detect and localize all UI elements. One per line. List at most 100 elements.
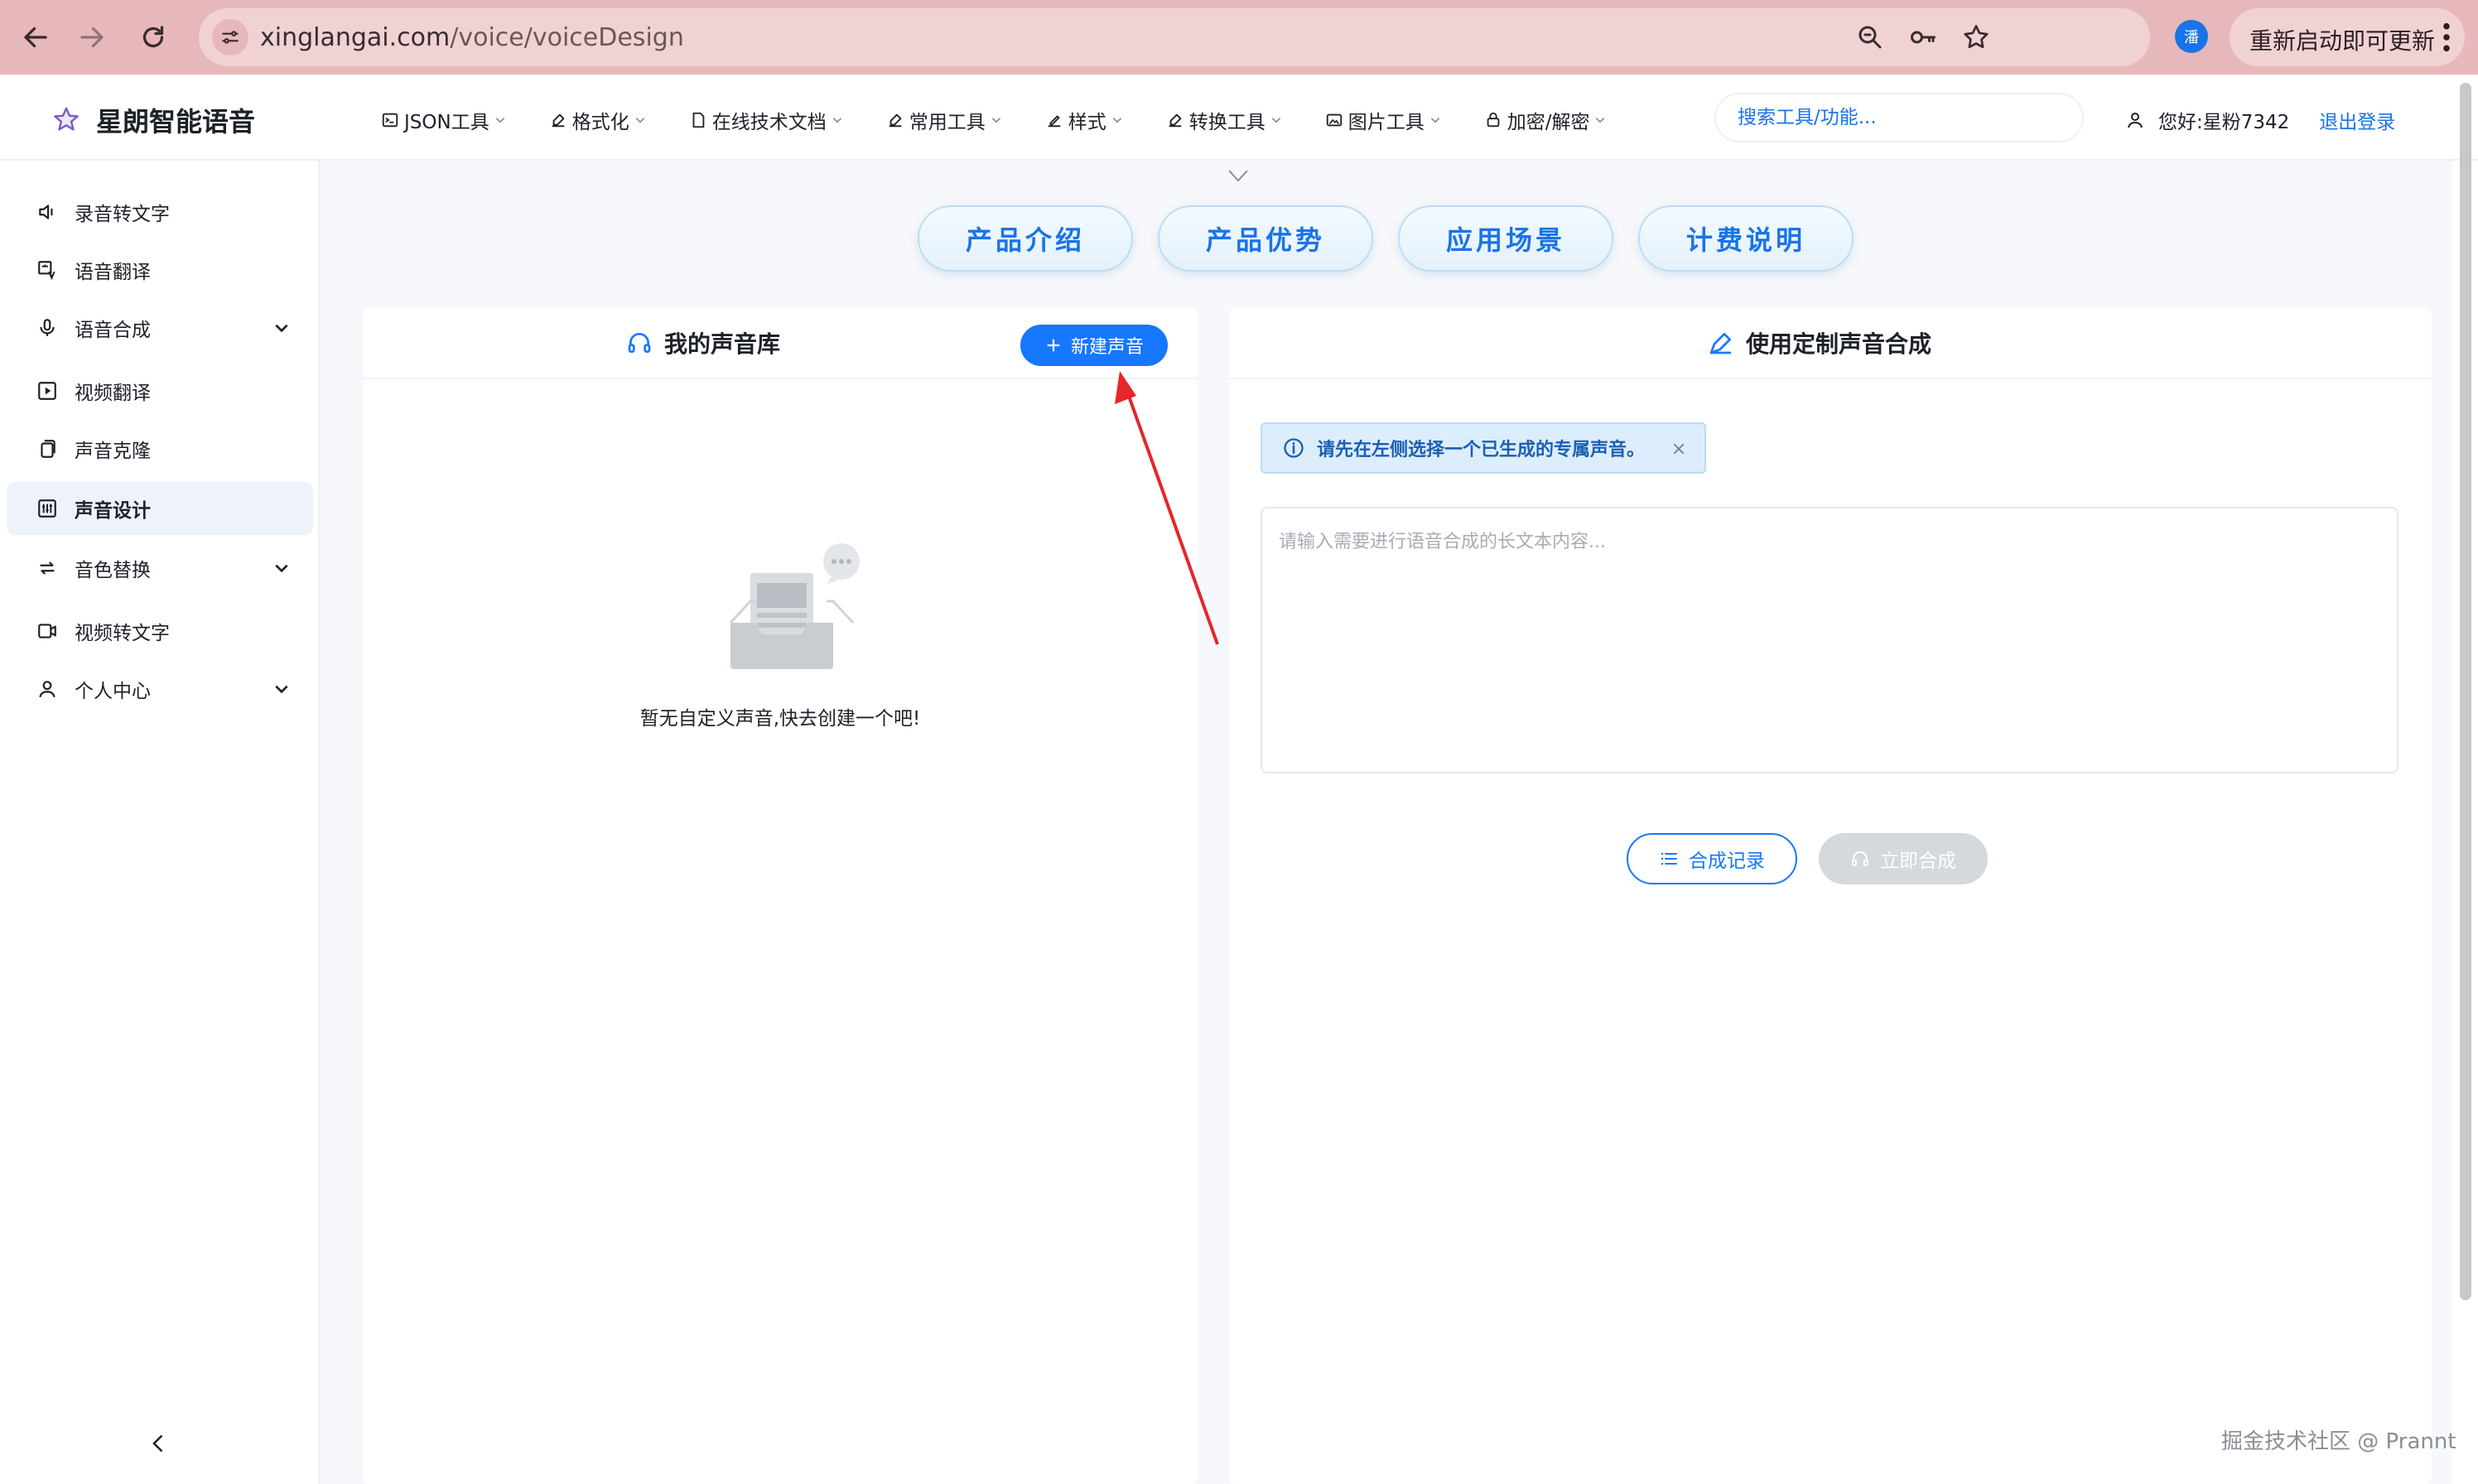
brand[interactable]: 星朗智能语音 — [51, 101, 255, 139]
panel-header: 使用定制声音合成 — [1229, 308, 2432, 379]
menu-json-tools[interactable]: JSON工具 — [381, 106, 506, 134]
url-host: xinglangai.com — [260, 23, 451, 52]
app-header: 星朗智能语音 JSON工具 格式化 在线技术文档 常用工具 样式 转换工具 图片… — [0, 75, 2478, 161]
sidebar-item-timbre-swap[interactable]: 音色替换 — [7, 542, 313, 595]
chevron-down-icon — [1112, 118, 1121, 123]
sidebar-item-personal-center[interactable]: 个人中心 — [7, 662, 313, 716]
menu-label: 转换工具 — [1188, 112, 1266, 133]
menu-convert-tools[interactable]: 转换工具 — [1166, 106, 1282, 134]
headphones-icon — [1852, 851, 1868, 866]
alert-text: 请先在左侧选择一个已生成的专属声音。 — [1317, 440, 1646, 460]
sidebar-item-video-to-text[interactable]: 视频转文字 — [7, 605, 313, 658]
plus-icon — [1047, 339, 1060, 352]
menu-label: 样式 — [1068, 112, 1106, 133]
key-icon[interactable] — [1908, 22, 1938, 52]
menu-label: 加密/解密 — [1507, 112, 1590, 133]
menu-styles[interactable]: 样式 — [1045, 106, 1123, 134]
brush-icon — [1048, 115, 1061, 128]
sidebar-item-speech-translation[interactable]: 语音翻译 — [7, 243, 313, 296]
panel-title: 使用定制声音合成 — [1708, 326, 1931, 359]
browser-toolbar: xinglangai.com/voice/voiceDesign 潘 重新启动即… — [0, 0, 2478, 75]
menu-label: 格式化 — [571, 112, 629, 133]
image-icon — [1326, 113, 1342, 127]
sidebar-item-video-translation[interactable]: 视频翻译 — [7, 364, 313, 417]
chevron-down-icon — [832, 118, 841, 123]
new-voice-button[interactable]: 新建声音 — [1020, 325, 1168, 366]
update-button[interactable]: 重新启动即可更新 — [2230, 8, 2465, 66]
doc-icon — [692, 112, 705, 128]
synthesize-now-button[interactable]: 立即合成 — [1819, 833, 1988, 884]
menu-encrypt[interactable]: 加密/解密 — [1484, 106, 1607, 134]
edit-icon — [1169, 113, 1182, 128]
reload-icon — [142, 26, 164, 48]
tool-search[interactable] — [1714, 93, 2084, 142]
close-icon[interactable] — [1671, 441, 1686, 456]
info-alert: 请先在左侧选择一个已生成的专属声音。 — [1261, 422, 1706, 474]
sidebar-item-audio-to-text[interactable]: 录音转文字 — [7, 186, 313, 238]
menu-label: 常用工具 — [909, 112, 986, 133]
star-icon[interactable] — [1961, 22, 1991, 52]
update-label: 重新启动即可更新 — [2249, 27, 2436, 55]
top-menu: JSON工具 格式化 在线技术文档 常用工具 样式 转换工具 图片工具 加密/解… — [381, 106, 1649, 134]
sidebar-item-label: 声音克隆 — [75, 441, 151, 462]
page-scrollbar[interactable] — [2460, 83, 2471, 1300]
empty-state-text: 暂无自定义声音,快去创建一个吧! — [639, 708, 921, 730]
chevron-down-icon — [495, 118, 504, 123]
collapse-sidebar-icon[interactable] — [146, 1431, 171, 1456]
user-icon — [2128, 113, 2143, 128]
info-icon — [1284, 438, 1304, 458]
menu-common-tools[interactable]: 常用工具 — [886, 106, 1002, 134]
sidebar: 录音转文字 语音翻译 语音合成 视频翻译 声音克隆 声音设计 音色替换 视频转文… — [0, 161, 320, 1484]
sidebar-item-label: 录音转文字 — [75, 204, 170, 225]
tab-pricing[interactable]: 计费说明 — [1638, 205, 1854, 272]
sidebar-item-voice-design[interactable]: 声音设计 — [7, 482, 313, 535]
tab-product-advantages[interactable]: 产品优势 — [1158, 205, 1373, 272]
copy-icon — [41, 440, 55, 458]
synthesis-text-input[interactable] — [1261, 507, 2398, 773]
profile-avatar[interactable]: 潘 — [2175, 20, 2208, 53]
synthesis-history-button[interactable]: 合成记录 — [1627, 833, 1797, 884]
url-text[interactable]: xinglangai.com/voice/voiceDesign — [260, 23, 684, 52]
sidebar-item-voice-clone[interactable]: 声音克隆 — [7, 422, 313, 475]
sidebar-item-label: 个人中心 — [75, 681, 151, 702]
zoom-icon[interactable] — [1855, 22, 1885, 52]
menu-format[interactable]: 格式化 — [549, 106, 646, 134]
logout-link[interactable]: 退出登录 — [2319, 106, 2395, 134]
reload-button[interactable] — [133, 17, 174, 58]
chevron-down-icon[interactable] — [1226, 166, 1251, 186]
arrow-right-icon — [80, 26, 104, 48]
star-logo-icon — [54, 107, 79, 131]
chevron-down-icon — [275, 324, 288, 333]
tab-use-cases[interactable]: 应用场景 — [1398, 205, 1613, 272]
menu-image-tools[interactable]: 图片工具 — [1325, 106, 1441, 134]
synthesize-label: 立即合成 — [1880, 850, 1956, 872]
panel-header: 我的声音库 新建声音 — [363, 308, 1198, 379]
voice-library-panel: 我的声音库 新建声音 暂无自定义声音,快去创建一个吧! — [363, 308, 1198, 1484]
translate-icon — [38, 261, 55, 281]
search-input[interactable] — [1716, 94, 2082, 141]
menu-tech-docs[interactable]: 在线技术文档 — [689, 106, 843, 134]
edit-icon — [552, 113, 565, 128]
lock-icon — [1487, 112, 1500, 128]
site-settings-button[interactable] — [212, 19, 248, 55]
user-area: 您好:星粉7342 退出登录 — [2125, 106, 2395, 134]
video-icon — [38, 624, 56, 638]
chevron-down-icon — [275, 685, 288, 694]
greeting-text: 您好:星粉7342 — [2158, 112, 2290, 133]
url-path: /voice/voiceDesign — [450, 23, 684, 52]
back-button[interactable] — [15, 17, 56, 58]
address-bar[interactable]: xinglangai.com/voice/voiceDesign — [199, 8, 2150, 66]
menu-label: 在线技术文档 — [711, 112, 827, 133]
mic-icon — [40, 319, 55, 336]
tab-product-intro[interactable]: 产品介绍 — [918, 205, 1133, 272]
tune-icon — [222, 31, 239, 44]
sidebar-item-speech-synthesis[interactable]: 语音合成 — [7, 301, 313, 354]
panel-title-text: 我的声音库 — [664, 330, 781, 358]
sidebar-item-label: 声音设计 — [75, 500, 151, 522]
menu-label: JSON工具 — [404, 112, 489, 133]
arrow-left-icon — [24, 26, 47, 48]
chevron-down-icon — [635, 118, 644, 123]
history-label: 合成记录 — [1689, 850, 1765, 872]
forward-button[interactable] — [71, 17, 113, 58]
equalizer-icon — [38, 499, 56, 518]
